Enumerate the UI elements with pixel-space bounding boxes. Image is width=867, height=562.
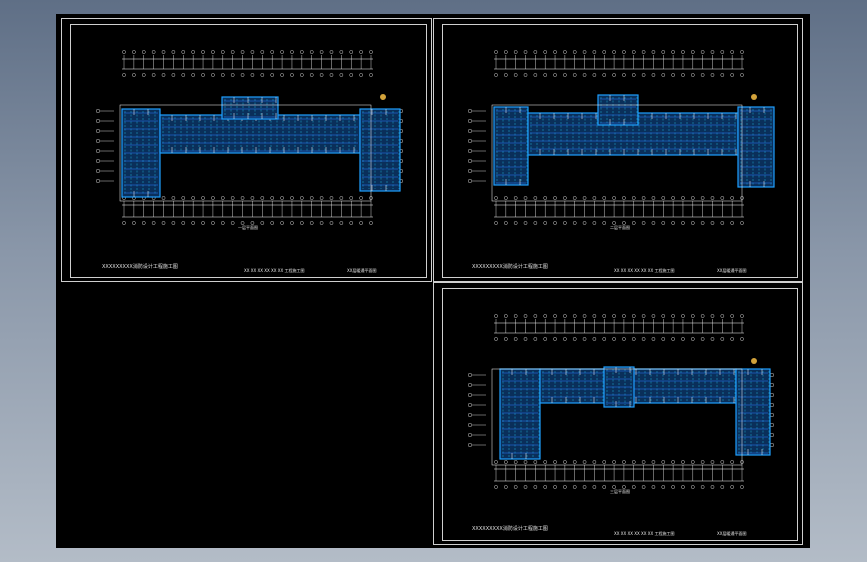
drawing-sheet-2[interactable]: 二层平面图 XXXXXXXXX消防设计工程施工图 XX XX XX XX XX … bbox=[433, 18, 803, 282]
cad-viewport[interactable]: 一层平面图 XXXXXXXXX消防设计工程施工图 XX XX XX XX XX … bbox=[56, 14, 810, 548]
title-block-drawing-3: XX层暖通平面图 bbox=[717, 531, 747, 536]
title-block-drawing-2: XX层暖通平面图 bbox=[717, 268, 747, 273]
title-block-drawing-1: XX层暖通平面图 bbox=[347, 268, 377, 273]
title-block-project-1: XX XX XX XX XX XX 工程施工图 bbox=[244, 268, 305, 273]
title-block-main-3: XXXXXXXXX消防设计工程施工图 bbox=[472, 526, 548, 532]
plan-label-2: 二层平面图 bbox=[610, 225, 630, 230]
drawing-sheet-1[interactable]: 一层平面图 XXXXXXXXX消防设计工程施工图 XX XX XX XX XX … bbox=[61, 18, 432, 282]
plan-label-3: 三层平面图 bbox=[610, 489, 630, 494]
floor-plan-1 bbox=[96, 50, 404, 225]
title-block-project-3: XX XX XX XX XX XX 工程施工图 bbox=[614, 531, 675, 536]
title-block-main-1: XXXXXXXXX消防设计工程施工图 bbox=[102, 264, 178, 270]
floor-plan-2 bbox=[468, 50, 775, 225]
plan-label-1: 一层平面图 bbox=[238, 225, 258, 230]
floor-plan-3 bbox=[468, 314, 775, 489]
title-block-main-2: XXXXXXXXX消防设计工程施工图 bbox=[472, 264, 548, 270]
title-block-project-2: XX XX XX XX XX XX 工程施工图 bbox=[614, 268, 675, 273]
drawing-sheet-3[interactable]: 三层平面图 XXXXXXXXX消防设计工程施工图 XX XX XX XX XX … bbox=[433, 282, 803, 545]
